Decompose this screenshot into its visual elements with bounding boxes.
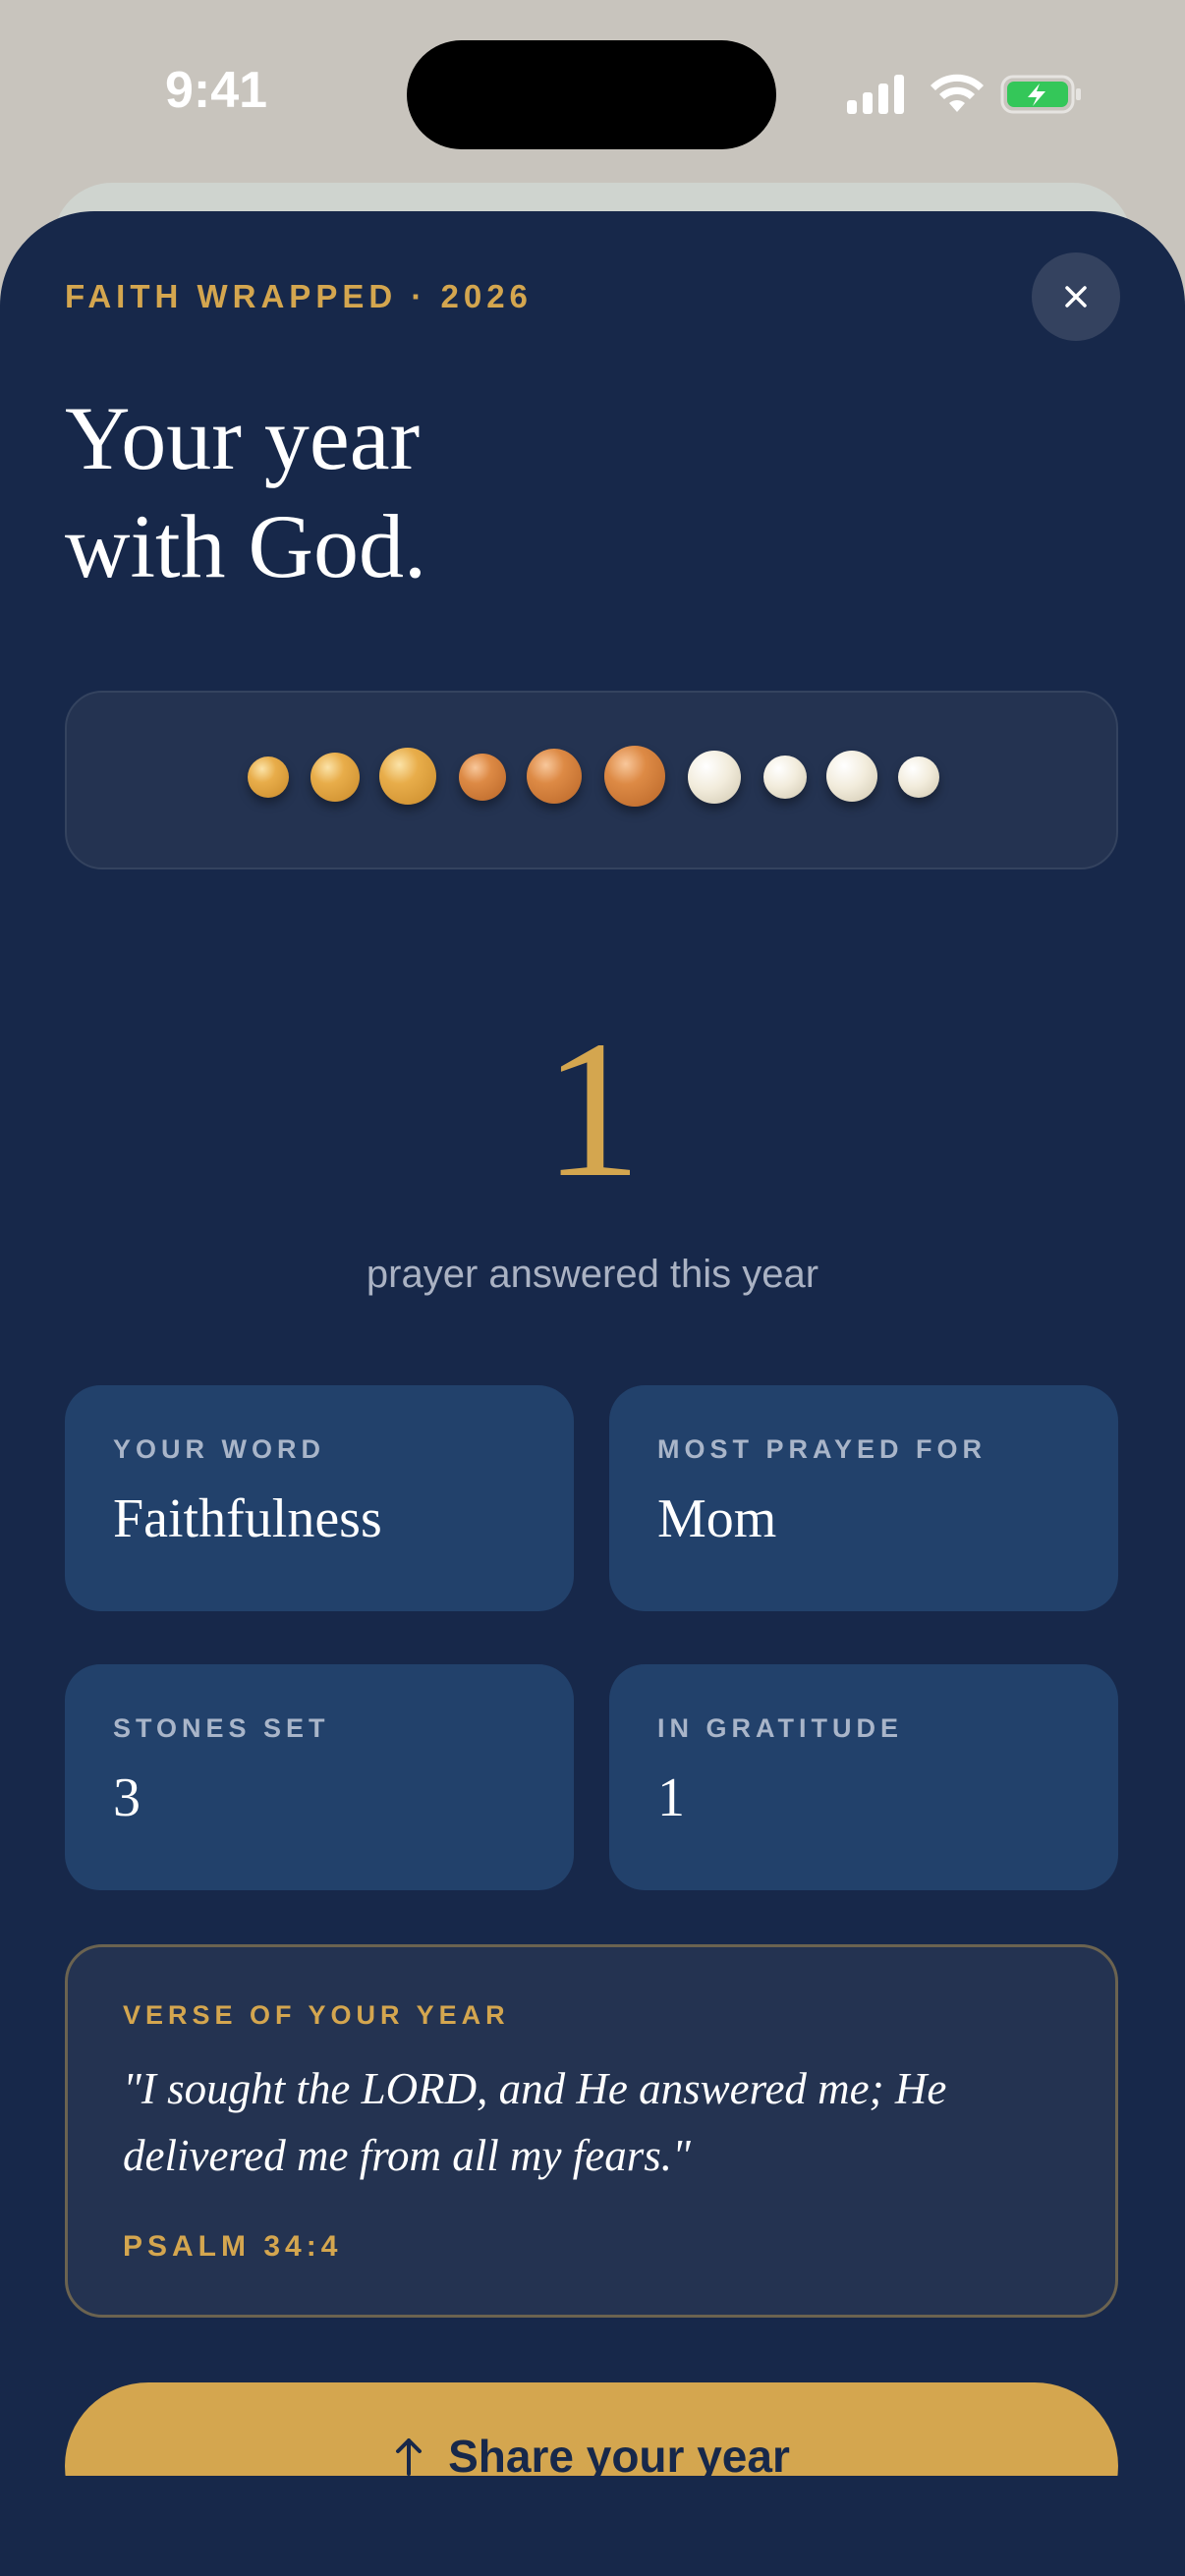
battery-charging-icon	[1000, 75, 1081, 114]
dynamic-island	[407, 40, 776, 149]
bead	[604, 746, 665, 807]
stat-label: YOUR WORD	[113, 1434, 325, 1464]
stat-label: IN GRATITUDE	[657, 1713, 903, 1743]
answered-prayers-caption: prayer answered this year	[366, 1253, 819, 1296]
answered-prayers-count: 1	[543, 1001, 642, 1218]
title-line-1: Your year	[65, 388, 421, 488]
eyebrow-label: FAITH WRAPPED · 2026	[65, 278, 533, 314]
verse-text: "I sought the LORD, and He answered me; …	[123, 2064, 947, 2180]
bead	[379, 748, 436, 805]
status-bar: 9:41	[0, 0, 1185, 187]
stat-card-your-word: YOUR WORD Faithfulness	[65, 1385, 574, 1611]
bead	[826, 751, 877, 802]
stat-label: MOST PRAYED FOR	[657, 1434, 988, 1464]
bead	[688, 751, 741, 804]
bead	[248, 756, 289, 798]
page-title: Your year with God.	[65, 384, 851, 600]
stat-label: STONES SET	[113, 1713, 330, 1743]
bead	[310, 753, 360, 802]
share-button-label: Share your year	[448, 2431, 790, 2482]
bead	[527, 749, 582, 804]
status-time: 9:41	[164, 62, 268, 119]
wifi-icon	[931, 74, 984, 112]
stat-value: Mom	[657, 1488, 777, 1549]
share-arrow-icon	[396, 2438, 423, 2476]
share-button-content: Share your year	[65, 2430, 1118, 2483]
verse-reference: PSALM 34:4	[123, 2230, 343, 2263]
stat-value: Faithfulness	[113, 1488, 382, 1549]
bottom-fade-bar	[0, 2476, 1185, 2576]
verse-label: VERSE OF YOUR YEAR	[123, 2000, 510, 2030]
bead	[459, 754, 506, 801]
prayer-beads-card	[65, 691, 1118, 869]
stat-card-stones-set: STONES SET 3	[65, 1664, 574, 1890]
bead	[763, 756, 807, 799]
wrapped-sheet: FAITH WRAPPED · 2026 Your year with God.…	[0, 211, 1185, 2576]
stat-value: 3	[113, 1767, 141, 1828]
bead	[898, 756, 939, 798]
stat-value: 1	[657, 1767, 685, 1828]
stat-card-in-gratitude: IN GRATITUDE 1	[609, 1664, 1118, 1890]
close-button[interactable]	[1032, 252, 1120, 341]
stat-card-most-prayed-for: MOST PRAYED FOR Mom	[609, 1385, 1118, 1611]
verse-card: VERSE OF YOUR YEAR "I sought the LORD, a…	[65, 1944, 1118, 2318]
signal-icon	[847, 75, 904, 114]
close-icon	[1065, 286, 1087, 308]
title-line-2: with God.	[65, 496, 426, 596]
